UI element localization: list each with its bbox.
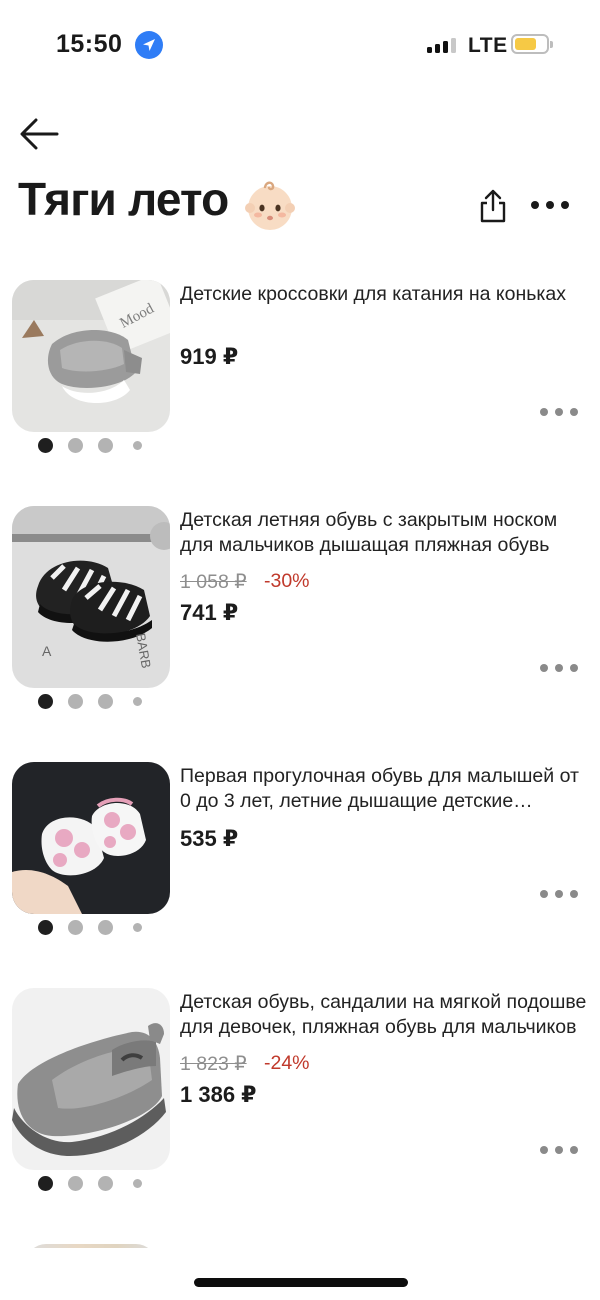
status-time: 15:50 xyxy=(56,30,123,58)
svg-text:A: A xyxy=(42,643,52,659)
price: 535 ₽ xyxy=(180,826,239,851)
old-price: 1 823 ₽ xyxy=(180,1053,247,1075)
product-image[interactable] xyxy=(12,988,170,1170)
price: 919 ₽ xyxy=(180,344,239,369)
back-arrow-icon xyxy=(20,118,59,150)
product-title[interactable]: Детская летняя обувь с закрытым носком д… xyxy=(180,508,592,558)
back-button[interactable] xyxy=(18,114,62,154)
product-image[interactable] xyxy=(12,762,170,914)
more-icon xyxy=(531,201,539,209)
share-icon xyxy=(480,189,506,223)
share-button[interactable] xyxy=(476,188,510,224)
product-card[interactable]: Mood Детские кроссовки для катания на ко… xyxy=(0,280,600,480)
product-card[interactable]: Первая прогулочная обувь для малышей от … xyxy=(0,762,600,962)
product-more-button[interactable] xyxy=(536,658,582,678)
more-icon xyxy=(540,664,548,672)
signal-icon xyxy=(427,37,457,53)
more-icon xyxy=(540,408,548,416)
status-bar: 15:50 LTE xyxy=(0,0,600,90)
product-more-button[interactable] xyxy=(536,1140,582,1160)
bottom-area xyxy=(0,1248,600,1300)
product-title[interactable]: Детские кроссовки для катания на коньках xyxy=(180,282,592,307)
old-price: 1 058 ₽ xyxy=(180,571,247,593)
price: 741 ₽ xyxy=(180,600,239,625)
product-more-button[interactable] xyxy=(536,402,582,422)
product-title[interactable]: Первая прогулочная обувь для малышей от … xyxy=(180,764,592,814)
more-button[interactable] xyxy=(527,193,573,217)
battery-icon xyxy=(511,34,553,54)
page-title: Тяги лето xyxy=(18,173,229,225)
product-image[interactable]: A BARB xyxy=(12,506,170,688)
home-indicator[interactable] xyxy=(194,1278,408,1287)
product-card[interactable]: A BARB Детская летняя обувь с закрытым н… xyxy=(0,506,600,709)
baby-face-icon xyxy=(242,178,298,234)
product-card[interactable]: Детская обувь, сандалии на мягкой подошв… xyxy=(0,988,600,1191)
location-icon xyxy=(135,31,163,59)
discount-badge: -30% xyxy=(264,570,310,592)
more-icon xyxy=(540,890,548,898)
product-title[interactable]: Детская обувь, сандалии на мягкой подошв… xyxy=(180,990,592,1040)
discount-badge: -24% xyxy=(264,1052,310,1074)
product-image[interactable]: Mood xyxy=(12,280,170,432)
more-icon xyxy=(540,1146,548,1154)
price: 1 386 ₽ xyxy=(180,1082,257,1107)
network-label: LTE xyxy=(468,34,508,57)
product-more-button[interactable] xyxy=(536,884,582,904)
